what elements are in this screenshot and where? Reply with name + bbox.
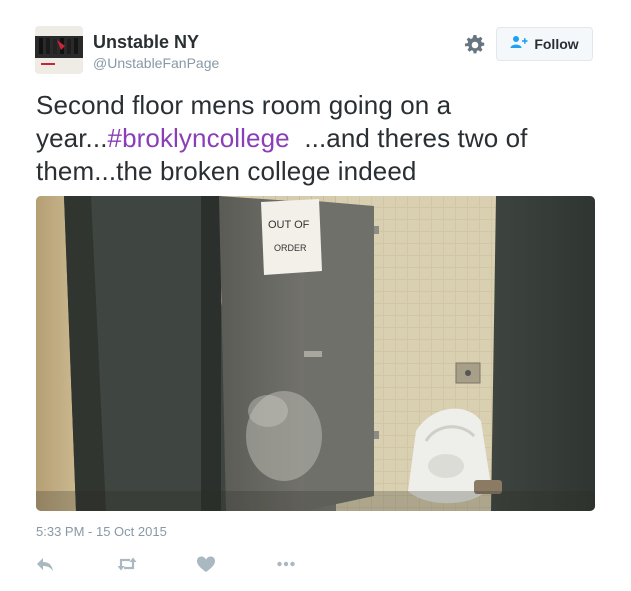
tweet-text: Second floor mens room going on a year..… xyxy=(36,89,596,188)
gear-icon[interactable] xyxy=(463,33,487,57)
follow-button-label: Follow xyxy=(534,36,579,52)
retweet-icon[interactable] xyxy=(116,553,138,575)
hashtag-link[interactable]: #broklyncollege xyxy=(108,123,290,153)
avatar-image xyxy=(35,26,83,74)
more-icon[interactable] xyxy=(275,553,297,575)
follow-person-icon xyxy=(510,35,528,54)
sign-text-line1: OUT OF xyxy=(268,219,310,231)
restroom-photo: OUT OF ORDER xyxy=(36,196,595,511)
follow-button[interactable]: Follow xyxy=(496,27,593,61)
reply-icon[interactable] xyxy=(34,553,56,575)
sign-text-line2: ORDER xyxy=(274,243,307,253)
tweet-photo[interactable]: OUT OF ORDER xyxy=(36,196,595,511)
tweet-timestamp[interactable]: 5:33 PM - 15 Oct 2015 xyxy=(36,524,167,539)
author-handle[interactable]: @UnstableFanPage xyxy=(93,55,219,71)
author-name[interactable]: Unstable NY xyxy=(93,32,199,53)
tweet-card: Unstable NY @UnstableFanPage Follow Seco… xyxy=(0,0,631,591)
avatar[interactable] xyxy=(35,26,83,74)
like-icon[interactable] xyxy=(195,553,217,575)
